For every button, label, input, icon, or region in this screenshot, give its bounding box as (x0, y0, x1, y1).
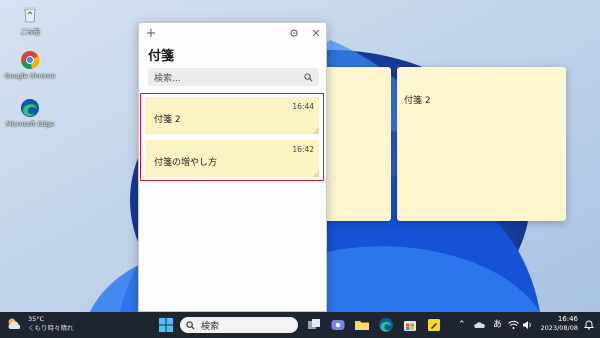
clock-date: 2023/08/08 (540, 324, 578, 332)
open-sticky-note[interactable]: 付箋 2 (397, 67, 566, 221)
task-view-icon[interactable] (306, 317, 322, 333)
open-sticky-note[interactable] (323, 67, 391, 221)
taskbar-search-label: 検索 (201, 321, 220, 332)
search-icon (186, 320, 195, 330)
clock[interactable]: 16:46 2023/08/08 (536, 315, 578, 333)
edge-icon (21, 99, 39, 117)
note-card[interactable]: 16:44 付箋 2 (145, 97, 319, 134)
notes-list-highlight: 16:44 付箋 2 16:42 付箋の増やし方 (140, 93, 324, 181)
recycle-bin-icon (24, 7, 36, 23)
microsoft-store-icon[interactable] (402, 317, 418, 333)
wifi-icon[interactable] (508, 320, 519, 330)
note-time: 16:44 (292, 102, 314, 111)
close-icon[interactable]: ✕ (309, 26, 323, 40)
title-bar: + ⚙ ✕ (139, 23, 326, 43)
sticky-notes-window: + ⚙ ✕ 付箋 検索... 16:44 付箋 2 16:42 付箋の増やし方 (138, 22, 327, 312)
search-placeholder: 検索... (154, 73, 181, 84)
edge-icon[interactable] (378, 317, 394, 333)
sticky-notes-app-icon[interactable] (426, 317, 442, 333)
chevron-up-icon[interactable]: ⌃ (458, 319, 466, 331)
note-title: 付箋の増やし方 (154, 158, 218, 168)
onedrive-cloud-icon[interactable] (474, 320, 486, 330)
desktop-icon-label: Google Chrome (4, 72, 56, 80)
desktop-icon-recycle-bin[interactable]: ごみ箱 (4, 4, 56, 36)
speaker-icon[interactable] (522, 320, 533, 330)
note-text: 付箋 2 (404, 96, 431, 106)
taskbar: 35°C くもり時々晴れ 検索 ⌃ あ 16:46 2023/08/08 (0, 312, 600, 338)
taskbar-search-box[interactable]: 検索 (180, 317, 298, 333)
file-explorer-icon[interactable] (354, 317, 370, 333)
clock-time: 16:46 (557, 315, 578, 323)
chrome-icon (21, 51, 40, 70)
windows-start-icon[interactable] (158, 317, 174, 333)
note-title: 付箋 2 (154, 115, 181, 125)
note-fold-corner (312, 170, 319, 177)
ime-mode-icon[interactable]: あ (493, 319, 502, 331)
add-note-button[interactable]: + (144, 26, 158, 40)
note-time: 16:42 (292, 145, 314, 154)
note-card[interactable]: 16:42 付箋の増やし方 (145, 140, 319, 177)
partly-cloudy-icon (8, 318, 21, 329)
weather-temp: 35°C (28, 315, 45, 323)
search-icon[interactable] (304, 72, 313, 82)
search-input[interactable]: 検索... (148, 68, 319, 86)
settings-gear-icon[interactable]: ⚙ (287, 26, 301, 40)
desktop-icon-label: ごみ箱 (20, 28, 40, 36)
desktop-icon-label: Microsoft Edge (5, 120, 54, 128)
desktop-icon-edge[interactable]: Microsoft Edge (4, 98, 56, 128)
notification-bell-icon[interactable] (584, 319, 594, 330)
note-fold-corner (312, 127, 319, 134)
teams-chat-icon[interactable] (330, 317, 346, 333)
weather-widget[interactable]: 35°C くもり時々晴れ (6, 315, 74, 333)
desktop-icon-chrome[interactable]: Google Chrome (4, 50, 56, 80)
weather-desc: くもり時々晴れ (28, 324, 74, 332)
app-title: 付箋 (148, 49, 175, 64)
